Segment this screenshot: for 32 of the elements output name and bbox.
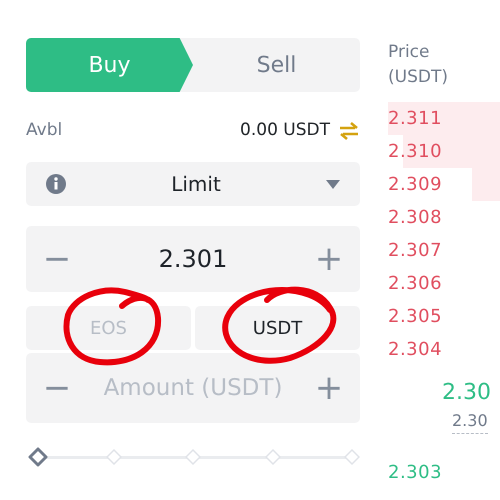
ask-price: 2.304	[388, 338, 442, 362]
order-type-select[interactable]: Limit	[26, 162, 360, 206]
ask-price: 2.307	[388, 239, 442, 263]
bid-price: 2.303	[388, 461, 442, 485]
price-column-header: Price (USDT)	[388, 41, 449, 89]
sell-tab[interactable]: Sell	[193, 38, 360, 92]
slider-thumb[interactable]	[28, 447, 48, 467]
available-balance: 0.00 USDT	[240, 119, 330, 142]
ask-price: 2.309	[388, 173, 442, 197]
price-value: 2.301	[158, 244, 228, 275]
ask-price: 2.306	[388, 272, 442, 296]
buy-tab[interactable]: Buy	[26, 38, 193, 92]
ask-price: 2.310	[388, 140, 442, 164]
decrease-button[interactable]: −	[42, 242, 72, 276]
amount-field[interactable]: − Amount (USDT) +	[26, 353, 360, 423]
increase-button[interactable]: +	[314, 371, 344, 405]
ask-price: 2.308	[388, 206, 442, 230]
unit-tab[interactable]: USDT	[195, 306, 360, 350]
last-price: 2.30	[442, 379, 491, 407]
increase-button[interactable]: +	[314, 242, 344, 276]
decrease-button[interactable]: −	[42, 371, 72, 405]
unit-tab[interactable]: EOS	[26, 306, 191, 350]
available-label: Avbl	[26, 119, 62, 142]
price-field[interactable]: − 2.301 +	[26, 226, 360, 292]
order-type-value: Limit	[170, 171, 222, 198]
ask-price: 2.311	[388, 107, 442, 131]
ask-price: 2.305	[388, 305, 442, 329]
info-icon[interactable]	[46, 174, 66, 194]
transfer-icon[interactable]	[338, 121, 360, 141]
caret-icon	[326, 180, 340, 188]
mark-price[interactable]: 2.30	[452, 409, 488, 434]
amount-input[interactable]: Amount (USDT)	[72, 370, 314, 406]
